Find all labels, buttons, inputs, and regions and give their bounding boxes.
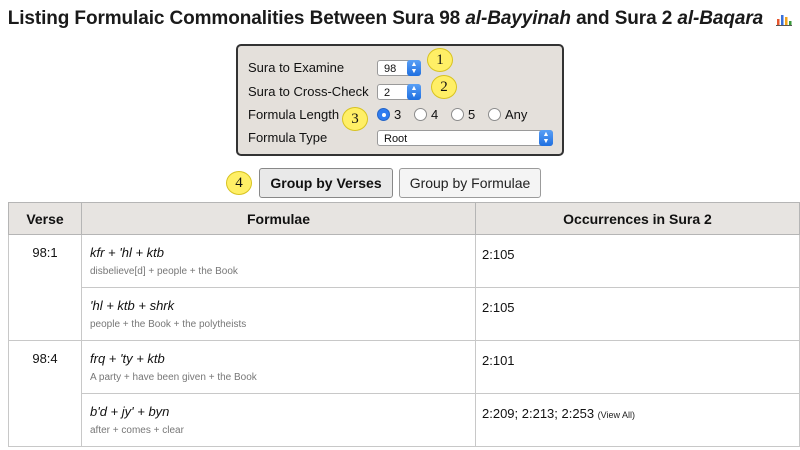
table-row: 98:4 frq + 'ty + ktb A party + have been… <box>8 340 800 447</box>
sura-cross-label: Sura to Cross-Check <box>248 84 369 99</box>
bar-chart-icon[interactable] <box>776 12 793 26</box>
header-occurrences: Occurrences in Sura 2 <box>475 202 800 235</box>
table-row: 'hl + ktb + shrk people + the Book + the… <box>9 287 800 341</box>
formula-cell: frq + 'ty + ktb A party + have been give… <box>81 340 476 394</box>
sura-cross-select[interactable]: 2 ▲ ▼ <box>377 84 421 100</box>
formula-length-label: Formula Length <box>248 107 340 122</box>
formula-gloss: disbelieve[d] + people + the Book <box>90 266 238 277</box>
occurrences-cell: 2:209; 2:213; 2:253 (View All) <box>475 393 800 447</box>
length-radio-5[interactable] <box>451 108 464 121</box>
occurrences-link[interactable]: 2:209; 2:213; 2:253 <box>482 406 594 421</box>
length-radio-any-label: Any <box>505 107 528 122</box>
length-radio-4-label: 4 <box>431 107 439 122</box>
annotation-badge-3: 3 <box>342 107 368 131</box>
group-by-formulae-button[interactable]: Group by Formulae <box>399 168 541 198</box>
occurrences-link[interactable]: 2:101 <box>482 353 515 368</box>
options-panel: Sura to Examine 98 ▲ ▼ Sura to Cross-Chec… <box>236 44 564 156</box>
occurrences-cell: 2:101 <box>475 340 800 394</box>
page-title: Listing Formulaic Commonalities Between … <box>0 8 800 30</box>
occurrences-link[interactable]: 2:105 <box>482 247 515 262</box>
header-verse: Verse <box>8 202 82 235</box>
chevron-updown-icon: ▲ ▼ <box>407 60 421 76</box>
header-formulae: Formulae <box>81 202 476 235</box>
results-table: Verse Formulae Occurrences in Sura 2 98:… <box>8 202 800 447</box>
occurrences-cell: 2:105 <box>475 287 800 341</box>
formula-cell: 'hl + ktb + shrk people + the Book + the… <box>81 287 476 341</box>
sura-cross-value: 2 <box>384 87 391 99</box>
formula-type-label: Formula Type <box>248 130 328 145</box>
title-sura-2-name: al-Baqara <box>677 8 764 29</box>
sura-examine-label: Sura to Examine <box>248 60 345 75</box>
formula-gloss: after + comes + clear <box>90 425 184 436</box>
title-text: Listing Formulaic Commonalities Between … <box>7 8 466 29</box>
table-header-row: Verse Formulae Occurrences in Sura 2 <box>8 202 800 235</box>
chevron-updown-icon: ▲ ▼ <box>407 84 421 100</box>
title-sura-98-name: al-Bayyinah <box>465 8 571 29</box>
verse-cell: 98:1 <box>8 234 82 341</box>
verse-cell: 98:4 <box>8 340 82 447</box>
formula-gloss: A party + have been given + the Book <box>90 372 257 383</box>
title-text-mid: and Sura 2 <box>570 8 678 29</box>
length-radio-5-label: 5 <box>468 107 476 122</box>
formula-type-select[interactable]: Root ▲ ▼ <box>377 130 553 146</box>
formula-roots: b'd + jy' + byn <box>90 404 170 419</box>
occurrences-cell: 2:105 <box>475 234 800 288</box>
length-radio-3-label: 3 <box>394 107 402 122</box>
formula-cell: b'd + jy' + byn after + comes + clear <box>81 393 476 447</box>
table-row: 98:1 kfr + 'hl + ktb disbelieve[d] + peo… <box>8 234 800 341</box>
group-by-verses-button[interactable]: Group by Verses <box>259 168 393 198</box>
length-radio-any[interactable] <box>488 108 501 121</box>
annotation-badge-2: 2 <box>431 75 457 99</box>
formula-cell: kfr + 'hl + ktb disbelieve[d] + people +… <box>81 234 476 288</box>
occurrences-link[interactable]: 2:105 <box>482 300 515 315</box>
sura-examine-select[interactable]: 98 ▲ ▼ <box>377 60 421 76</box>
view-all-link[interactable]: (View All) <box>598 410 635 420</box>
table-row: b'd + jy' + byn after + comes + clear 2:… <box>9 393 800 447</box>
length-radio-3[interactable] <box>377 108 390 121</box>
formula-roots: 'hl + ktb + shrk <box>90 298 175 313</box>
annotation-badge-1: 1 <box>427 48 453 72</box>
formula-gloss: people + the Book + the polytheists <box>90 319 247 330</box>
formula-roots: kfr + 'hl + ktb <box>90 245 165 260</box>
formula-type-value: Root <box>384 133 408 145</box>
length-radio-4[interactable] <box>414 108 427 121</box>
chevron-updown-icon: ▲ ▼ <box>539 130 553 146</box>
formula-roots: frq + 'ty + ktb <box>90 351 165 366</box>
sura-examine-value: 98 <box>384 63 397 75</box>
annotation-badge-4: 4 <box>226 171 252 195</box>
